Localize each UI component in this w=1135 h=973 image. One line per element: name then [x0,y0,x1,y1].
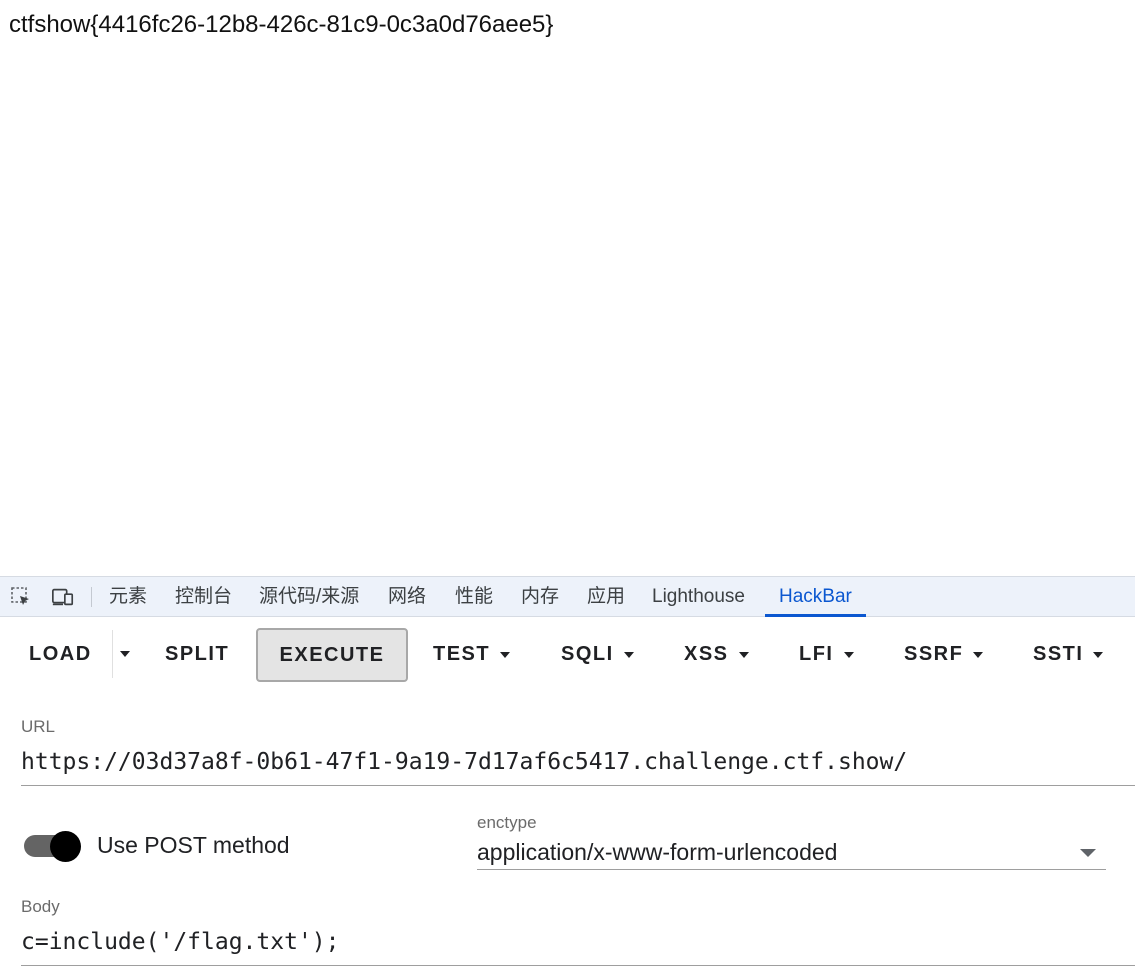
tab-application[interactable]: 应用 [587,577,625,617]
post-method-label: Use POST method [97,832,290,858]
load-label: LOAD [29,643,92,665]
load-divider [112,630,113,678]
devtools-panel: 元素 控制台 源代码/来源 网络 性能 内存 应用 Lighthouse Hac… [0,576,1135,973]
enctype-select[interactable]: application/x-www-form-urlencoded [477,839,837,866]
tab-hackbar[interactable]: HackBar [779,577,852,617]
ssti-label: SSTI [1033,643,1084,665]
post-toggle-knob[interactable] [50,831,81,862]
tab-memory[interactable]: 内存 [521,577,559,617]
test-menu-button[interactable]: TEST [433,628,511,680]
enctype-underline [477,869,1106,870]
test-label: TEST [433,643,491,665]
body-label: Body [21,897,60,916]
enctype-label: enctype [477,813,537,832]
url-input[interactable]: https://03d37a8f-0b61-47f1-9a19-7d17af6c… [21,749,907,775]
chevron-down-icon [1093,651,1104,658]
chevron-down-icon [623,651,634,658]
sqli-menu-button[interactable]: SQLI [561,628,634,680]
tab-sources[interactable]: 源代码/来源 [259,577,359,617]
lfi-menu-button[interactable]: LFI [799,628,854,680]
body-underline [21,965,1135,966]
split-label: SPLIT [165,643,230,665]
tab-console[interactable]: 控制台 [175,577,232,617]
device-toolbar-icon[interactable] [51,586,75,608]
sqli-label: SQLI [561,643,614,665]
split-button[interactable]: SPLIT [165,628,229,680]
chevron-down-icon [738,651,749,658]
flag-text: ctfshow{4416fc26-12b8-426c-81c9-0c3a0d76… [9,11,554,38]
xss-label: XSS [684,643,729,665]
url-label: URL [21,717,56,736]
tab-performance[interactable]: 性能 [455,577,493,617]
ssrf-menu-button[interactable]: SSRF [904,628,984,680]
chevron-down-icon[interactable] [1080,849,1096,857]
load-button[interactable]: LOAD [29,628,92,680]
body-input[interactable]: c=include('/flag.txt'); [21,929,340,955]
chevron-down-icon [973,651,984,658]
load-dropdown-caret-icon[interactable] [120,651,130,657]
tab-lighthouse[interactable]: Lighthouse [652,577,745,617]
lfi-label: LFI [799,643,834,665]
execute-button[interactable]: EXECUTE [256,628,408,682]
url-underline [21,785,1135,786]
tab-elements[interactable]: 元素 [109,577,147,617]
tab-network[interactable]: 网络 [388,577,426,617]
ssrf-label: SSRF [904,643,964,665]
devtools-tabbar: 元素 控制台 源代码/来源 网络 性能 内存 应用 Lighthouse Hac… [0,576,1135,617]
chevron-down-icon [843,651,854,658]
ssti-menu-button[interactable]: SSTI [1033,628,1104,680]
execute-label: EXECUTE [279,644,385,666]
inspect-element-icon[interactable] [9,586,33,608]
page-content: ctfshow{4416fc26-12b8-426c-81c9-0c3a0d76… [0,0,1135,576]
active-tab-indicator [765,614,866,617]
xss-menu-button[interactable]: XSS [684,628,749,680]
chevron-down-icon [500,651,511,658]
toolbar-divider [91,587,92,607]
